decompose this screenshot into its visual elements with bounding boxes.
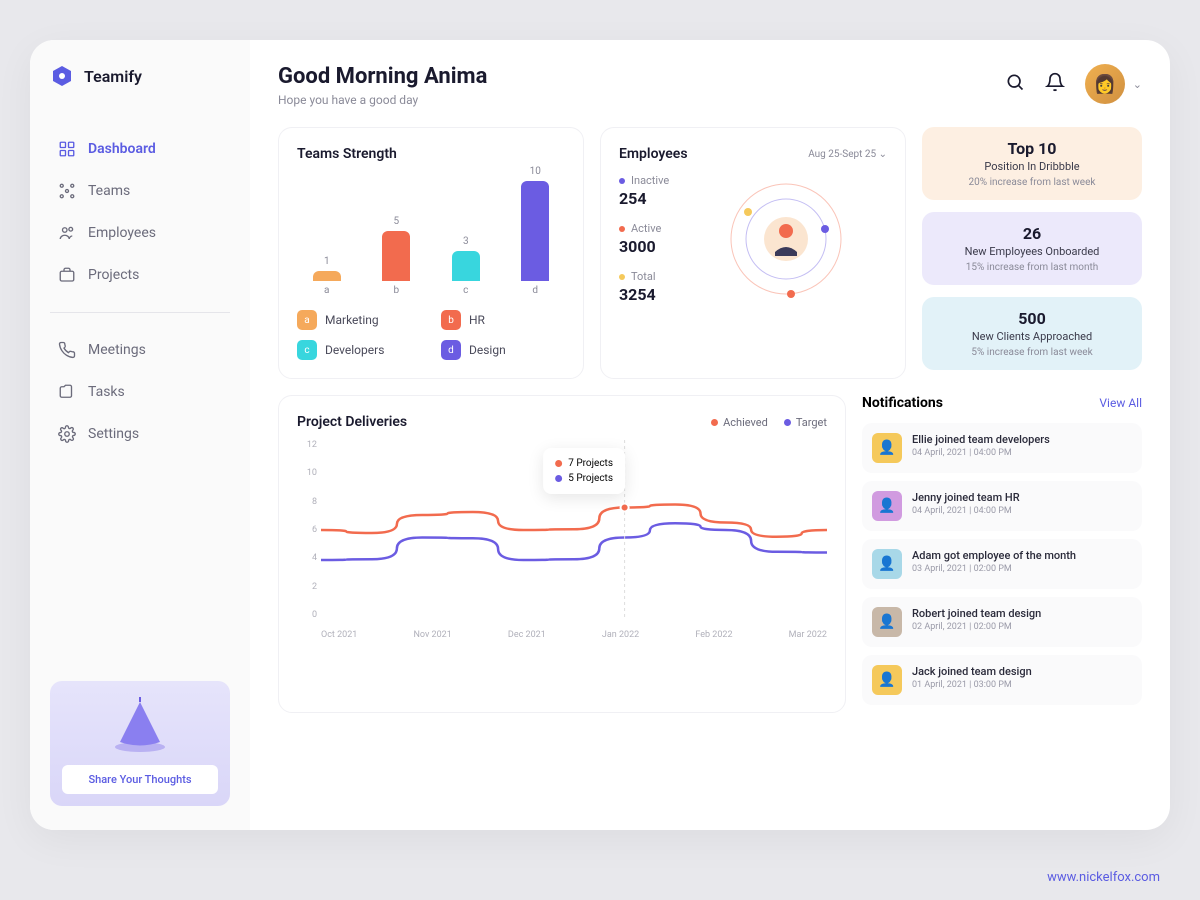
sidebar-item-settings[interactable]: Settings: [50, 413, 230, 455]
notification-item[interactable]: 👤 Jack joined team design 01 April, 2021 |…: [862, 655, 1142, 705]
bar-a: 1a: [313, 256, 341, 296]
sidebar-item-dashboard[interactable]: Dashboard: [50, 128, 230, 170]
settings-icon: [58, 425, 76, 443]
stat-active: Active3000: [619, 222, 669, 256]
sidebar-item-label: Meetings: [88, 342, 146, 358]
notification-item[interactable]: 👤 Ellie joined team developers 04 April, 2…: [862, 423, 1142, 473]
page-title: Good Morning Anima: [278, 64, 487, 89]
search-icon: [1005, 72, 1025, 92]
sidebar-item-label: Settings: [88, 426, 139, 442]
notification-item[interactable]: 👤 Jenny joined team HR 04 April, 2021 | 04…: [862, 481, 1142, 531]
kpi-card-2[interactable]: 500New Clients Approached5% increase fro…: [922, 297, 1142, 370]
sidebar-item-label: Projects: [88, 267, 139, 283]
notification-text: Ellie joined team developers: [912, 433, 1050, 446]
notification-avatar: 👤: [872, 549, 902, 579]
notifications-title: Notifications: [862, 395, 943, 411]
notification-text: Robert joined team design: [912, 607, 1041, 620]
promo-card: Share Your Thoughts: [50, 681, 230, 806]
view-all-link[interactable]: View All: [1099, 396, 1142, 410]
date-range-selector[interactable]: Aug 25-Sept 25 ⌄: [808, 149, 887, 160]
notification-avatar: 👤: [872, 665, 902, 695]
brand-logo[interactable]: Teamify: [50, 64, 230, 88]
deliveries-line-chart: 121086420 7 Projects 5 Projects Oct 2021…: [297, 440, 827, 640]
bar-c: 3c: [452, 236, 480, 296]
notification-avatar: 👤: [872, 607, 902, 637]
sidebar-item-teams[interactable]: Teams: [50, 170, 230, 212]
teams-icon: [58, 182, 76, 200]
employees-icon: [58, 224, 76, 242]
credit-link[interactable]: www.nickelfox.com: [1047, 870, 1160, 885]
main-content: Good Morning Anima Hope you have a good …: [250, 40, 1170, 830]
dashboard-icon: [58, 140, 76, 158]
sidebar-item-projects[interactable]: Projects: [50, 254, 230, 296]
notification-date: 02 April, 2021 | 02:00 PM: [912, 622, 1041, 632]
notification-item[interactable]: 👤 Robert joined team design 02 April, 2021…: [862, 597, 1142, 647]
tasks-icon: [58, 383, 76, 401]
kpi-card-0[interactable]: Top 10Position In Dribbble20% increase f…: [922, 127, 1142, 200]
sidebar-item-label: Dashboard: [88, 141, 156, 157]
meetings-icon: [58, 341, 76, 359]
sidebar-item-label: Teams: [88, 183, 130, 199]
project-deliveries-card: Project Deliveries Achieved Target 12108…: [278, 395, 846, 713]
teams-strength-card: Teams Strength 1a 5b 3c 10d aMarketing bHR cD…: [278, 127, 584, 379]
notifications-panel: Notifications View All 👤 Ellie joined tea…: [862, 395, 1142, 713]
share-thoughts-button[interactable]: Share Your Thoughts: [62, 765, 218, 794]
stat-inactive: Inactive254: [619, 174, 669, 208]
notification-avatar: 👤: [872, 433, 902, 463]
projects-icon: [58, 266, 76, 284]
card-title: Project Deliveries: [297, 414, 407, 430]
user-avatar: 👩: [1085, 64, 1125, 104]
bar-d: 10d: [521, 166, 549, 296]
notification-text: Jack joined team design: [912, 665, 1032, 678]
legend-item-a: aMarketing: [297, 310, 421, 330]
sidebar-item-employees[interactable]: Employees: [50, 212, 230, 254]
notification-item[interactable]: 👤 Adam got employee of the month 03 April,…: [862, 539, 1142, 589]
notification-date: 01 April, 2021 | 03:00 PM: [912, 680, 1032, 690]
sidebar: Teamify DashboardTeamsEmployeesProjects …: [30, 40, 250, 830]
sidebar-item-tasks[interactable]: Tasks: [50, 371, 230, 413]
legend-target: Target: [784, 416, 827, 429]
notification-date: 03 April, 2021 | 02:00 PM: [912, 564, 1076, 574]
legend-item-d: dDesign: [441, 340, 565, 360]
nav-divider: [50, 312, 230, 313]
card-title: Teams Strength: [297, 146, 565, 162]
legend-item-b: bHR: [441, 310, 565, 330]
user-menu[interactable]: 👩 ⌄: [1085, 64, 1142, 104]
notifications-button[interactable]: [1045, 72, 1065, 96]
chevron-down-icon: ⌄: [879, 149, 887, 160]
brand-name: Teamify: [84, 67, 142, 86]
legend-item-c: cDevelopers: [297, 340, 421, 360]
notification-text: Adam got employee of the month: [912, 549, 1076, 562]
bell-icon: [1045, 72, 1065, 92]
notification-text: Jenny joined team HR: [912, 491, 1020, 504]
card-title: Employees: [619, 146, 688, 162]
legend-achieved: Achieved: [711, 416, 768, 429]
bar-b: 5b: [382, 216, 410, 296]
page-subtitle: Hope you have a good day: [278, 93, 487, 107]
promo-illustration: [62, 697, 218, 757]
employees-orbit-chart: [685, 174, 887, 304]
stat-total: Total3254: [619, 270, 669, 304]
chevron-down-icon: ⌄: [1133, 78, 1142, 91]
notification-date: 04 April, 2021 | 04:00 PM: [912, 448, 1050, 458]
sidebar-item-label: Tasks: [88, 384, 125, 400]
logo-icon: [50, 64, 74, 88]
employees-card: Employees Aug 25-Sept 25 ⌄ Inactive254 Ac…: [600, 127, 906, 379]
chart-tooltip: 7 Projects 5 Projects: [543, 448, 625, 494]
sidebar-item-label: Employees: [88, 225, 156, 241]
sidebar-item-meetings[interactable]: Meetings: [50, 329, 230, 371]
search-button[interactable]: [1005, 72, 1025, 96]
notification-avatar: 👤: [872, 491, 902, 521]
notification-date: 04 April, 2021 | 04:00 PM: [912, 506, 1020, 516]
kpi-card-1[interactable]: 26New Employees Onboarded15% increase fr…: [922, 212, 1142, 285]
